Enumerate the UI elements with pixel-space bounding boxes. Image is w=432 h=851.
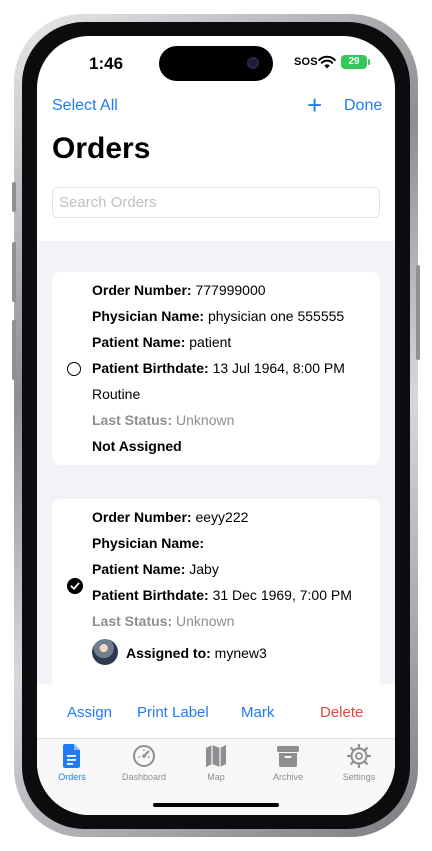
last-status-row: Last Status: Unknown [92,412,235,428]
sos-indicator: SOS [294,56,318,68]
birthdate-row: Patient Birthdate: 31 Dec 1969, 7:00 PM [92,587,352,603]
screen: 1:46 SOS 29 Select All + Done Orders Sea… [37,36,395,815]
home-indicator [153,803,279,807]
assignment-row: Not Assigned [92,438,182,454]
tab-dashboard[interactable]: Dashboard [114,743,174,782]
tab-map[interactable]: Map [186,743,246,782]
done-button[interactable]: Done [344,97,382,115]
volume-up-button [12,242,16,302]
physician-row: Physician Name: physician one 555555 [92,308,345,324]
tab-settings[interactable]: Settings [329,743,389,782]
camera-icon [247,57,259,69]
mark-button[interactable]: Mark [241,704,274,721]
page-title: Orders [52,132,151,165]
delete-button[interactable]: Delete [320,704,363,721]
gauge-icon [133,745,155,767]
document-icon [63,744,80,768]
avatar [92,639,118,665]
tab-label: Dashboard [121,772,167,782]
wifi-icon [318,55,336,69]
priority-row: Routine [92,386,141,402]
patient-row: Patient Name: patient [92,334,232,350]
status-time: 1:46 [89,54,124,73]
select-all-button[interactable]: Select All [52,97,118,115]
print-label-button[interactable]: Print Label [137,704,209,721]
tab-label: Archive [272,772,303,782]
patient-row: Patient Name: Jaby [92,561,219,577]
tab-label: Map [207,772,225,782]
archive-icon [277,746,299,767]
search-input[interactable]: Search Orders [52,187,380,218]
gear-icon [347,743,371,769]
tab-archive[interactable]: Archive [258,743,318,782]
tab-label: Settings [342,772,376,782]
action-button [12,182,16,212]
volume-down-button [12,320,16,380]
add-order-button[interactable]: + [307,92,322,118]
order-number-row: Order Number: 777999000 [92,282,266,298]
selection-radio[interactable] [67,362,81,376]
order-number-row: Order Number: eeyy222 [92,509,249,525]
dynamic-island [159,46,273,81]
tab-bar: Orders Dashboard Map Archive Settings [37,738,395,815]
birthdate-row: Patient Birthdate: 13 Jul 1964, 8:00 PM [92,360,345,376]
tab-orders[interactable]: Orders [42,743,102,782]
battery-icon: 29 [341,55,370,69]
map-icon [206,745,226,767]
assigned-to-row: Assigned to: mynew3 [126,645,267,661]
tab-label: Orders [58,772,86,782]
last-status-row: Last Status: Unknown [92,613,235,629]
power-button [416,265,420,360]
physician-row: Physician Name: [92,535,205,551]
assign-button[interactable]: Assign [67,704,112,721]
checkmark-circle-icon[interactable] [67,578,83,594]
action-toolbar: Assign Print Label Mark Delete [37,684,395,740]
